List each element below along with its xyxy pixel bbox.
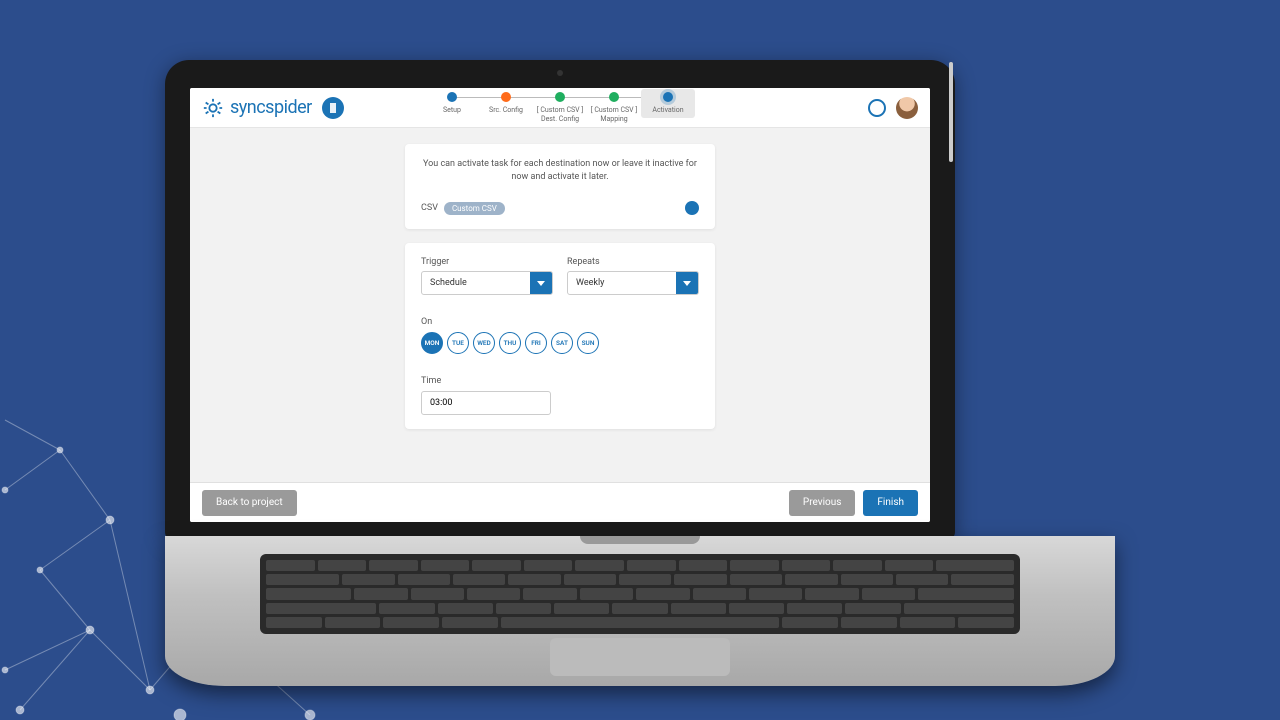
repeats-field: Repeats Weekly bbox=[567, 257, 699, 295]
destination-row: CSV Custom CSV bbox=[421, 201, 699, 215]
help-icon[interactable] bbox=[868, 99, 886, 117]
laptop-base bbox=[165, 536, 1115, 686]
back-to-project-button[interactable]: Back to project bbox=[202, 490, 297, 516]
on-label: On bbox=[421, 317, 432, 327]
step-setup[interactable]: Setup bbox=[425, 92, 479, 114]
app-footer: Back to project Previous Finish bbox=[190, 482, 930, 522]
previous-button[interactable]: Previous bbox=[789, 490, 856, 516]
day-mon[interactable]: MON bbox=[421, 332, 443, 354]
spider-icon bbox=[202, 97, 224, 119]
laptop-keyboard bbox=[260, 554, 1020, 634]
app-header: syncspider Setup Sr bbox=[190, 88, 930, 128]
day-tue[interactable]: TUE bbox=[447, 332, 469, 354]
destination-label: CSV bbox=[421, 203, 438, 213]
day-fri[interactable]: FRI bbox=[525, 332, 547, 354]
time-label: Time bbox=[421, 376, 441, 386]
brand-logo[interactable]: syncspider bbox=[202, 97, 312, 119]
day-wed[interactable]: WED bbox=[473, 332, 495, 354]
laptop-trackpad bbox=[550, 638, 730, 676]
home-icon bbox=[327, 102, 339, 114]
days-selector: MON TUE WED THU FRI SAT SUN bbox=[421, 332, 699, 354]
step-activation[interactable]: Activation bbox=[641, 89, 695, 117]
activation-toggle[interactable] bbox=[685, 201, 699, 215]
laptop-camera bbox=[557, 70, 563, 76]
repeats-select[interactable]: Weekly bbox=[567, 271, 699, 295]
activation-card: You can activate task for each destinati… bbox=[405, 144, 715, 229]
chevron-down-icon bbox=[530, 272, 552, 294]
step-mapping[interactable]: [ Custom CSV ] Mapping bbox=[587, 92, 641, 123]
step-dest-config[interactable]: [ Custom CSV ] Dest. Config bbox=[533, 92, 587, 123]
home-button[interactable] bbox=[322, 97, 344, 119]
schedule-card: Trigger Schedule Repeats Weekly bbox=[405, 243, 715, 429]
app-body: You can activate task for each destinati… bbox=[190, 128, 930, 482]
trigger-field: Trigger Schedule bbox=[421, 257, 553, 295]
trigger-select[interactable]: Schedule bbox=[421, 271, 553, 295]
day-sun[interactable]: SUN bbox=[577, 332, 599, 354]
day-sat[interactable]: SAT bbox=[551, 332, 573, 354]
chevron-down-icon bbox=[676, 272, 698, 294]
brand-name: syncspider bbox=[230, 97, 312, 118]
time-input[interactable]: 03:00 bbox=[421, 391, 551, 415]
finish-button[interactable]: Finish bbox=[863, 490, 918, 516]
destination-pill: Custom CSV bbox=[444, 202, 505, 215]
step-src-config[interactable]: Src. Config bbox=[479, 92, 533, 114]
activation-info: You can activate task for each destinati… bbox=[421, 158, 699, 183]
wizard-stepper: Setup Src. Config [ Custom CSV ] Dest. C… bbox=[425, 92, 695, 123]
user-avatar[interactable] bbox=[896, 97, 918, 119]
laptop-mockup: syncspider Setup Sr bbox=[165, 60, 1115, 686]
day-thu[interactable]: THU bbox=[499, 332, 521, 354]
